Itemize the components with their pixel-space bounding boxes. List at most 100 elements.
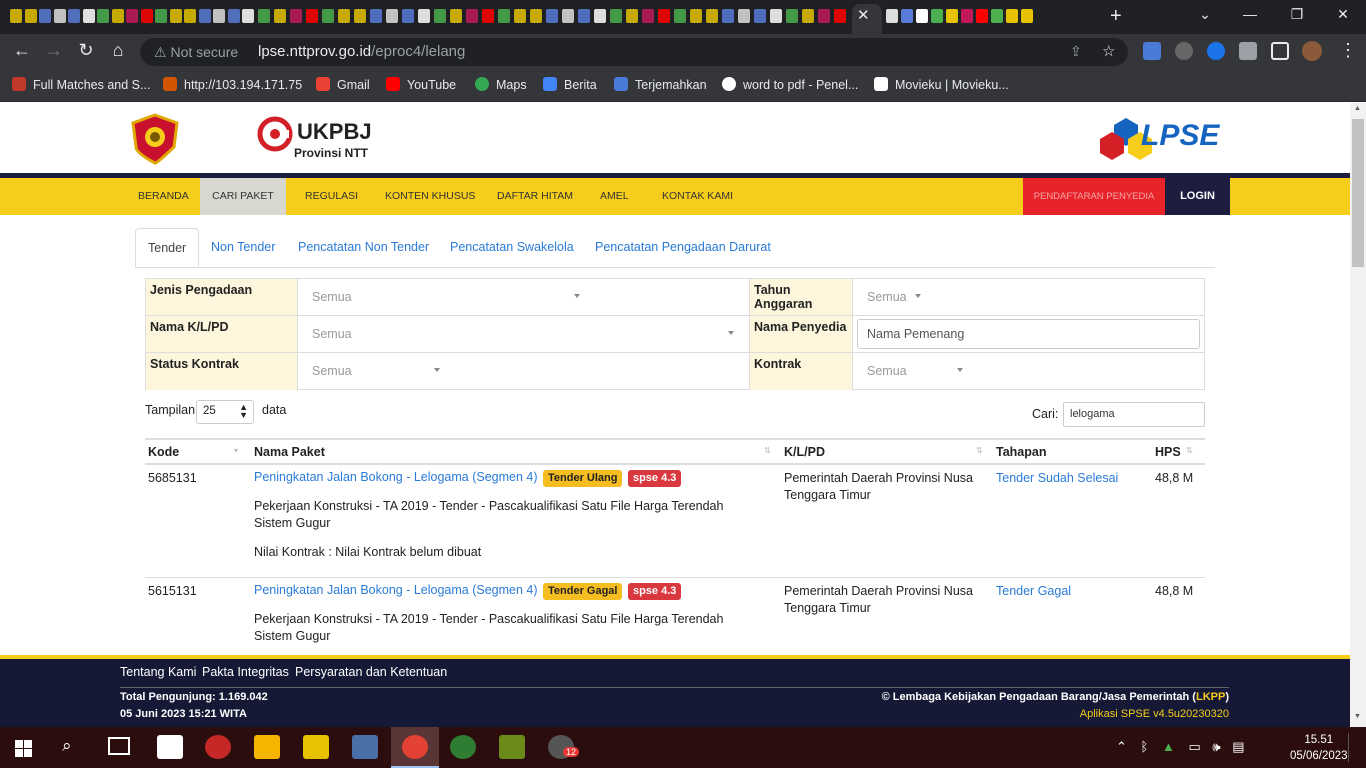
tab-favicon-icon[interactable] (546, 9, 558, 23)
media-app-icon[interactable] (352, 735, 378, 759)
tab-favicon-icon[interactable] (498, 9, 510, 23)
tab-favicon-icon[interactable] (722, 9, 734, 23)
col-kode[interactable]: Kode (148, 445, 179, 459)
windows-start-icon[interactable] (15, 740, 32, 757)
bookmark-ip[interactable]: http://103.194.171.75 (163, 77, 302, 92)
nav-beranda[interactable]: BERANDA (128, 178, 199, 215)
power-app-icon[interactable] (205, 735, 231, 759)
col-nama-paket[interactable]: Nama Paket (254, 445, 325, 459)
tahun-anggaran-select[interactable]: Semua (857, 283, 931, 313)
tab-favicon-icon[interactable] (562, 9, 574, 23)
not-secure-indicator[interactable]: ⚠ Not secure (154, 44, 238, 61)
footer-link-tentang[interactable]: Tentang Kami (120, 665, 196, 679)
tab-favicon-icon[interactable] (82, 9, 95, 23)
network-icon[interactable]: ▭ (1188, 739, 1200, 754)
search-input[interactable]: lelogama (1063, 402, 1205, 427)
paket-link[interactable]: Peningkatan Jalan Bokong - Lelogama (Seg… (254, 470, 538, 484)
bookmark-movieku[interactable]: Movieku | Movieku... (874, 77, 1009, 92)
forward-icon[interactable]: → (42, 40, 66, 61)
tab-favicon-icon[interactable] (10, 9, 22, 23)
sort-icon[interactable]: ⇅ (976, 446, 983, 455)
tab-favicon-icon[interactable] (322, 9, 334, 23)
tab-favicon-icon[interactable] (991, 9, 1003, 23)
tab-favicon-icon[interactable] (213, 9, 225, 23)
system-clock[interactable]: 15.51 05/06/2023 (1290, 732, 1348, 764)
extension-icon[interactable] (1175, 42, 1193, 60)
nav-konten-khusus[interactable]: KONTEN KHUSUS (375, 178, 485, 215)
footer-link-pakta[interactable]: Pakta Integritas (202, 665, 289, 679)
tab-favicon-icon[interactable] (97, 9, 109, 23)
tab-favicon-icon[interactable] (1006, 9, 1018, 23)
sync-icon[interactable]: ▲ (1162, 739, 1175, 754)
input-icon[interactable]: ▤ (1232, 739, 1244, 754)
window-close-icon[interactable]: ✕ (1328, 6, 1358, 23)
translate-extension-icon[interactable] (1143, 42, 1161, 60)
audio-extension-icon[interactable] (1207, 42, 1225, 60)
tab-pencatatan-darurat[interactable]: Pencatatan Pengadaan Darurat (583, 228, 783, 268)
tab-favicon-icon[interactable] (931, 9, 943, 23)
bookmark-maps[interactable]: Maps (475, 77, 527, 92)
tab-favicon-icon[interactable] (514, 9, 526, 23)
tab-favicon-icon[interactable] (111, 9, 124, 23)
extensions-puzzle-icon[interactable] (1239, 42, 1257, 60)
tab-favicon-icon[interactable] (354, 9, 366, 23)
task-view-icon[interactable] (108, 737, 130, 755)
page-length-select[interactable]: 25 ▲ ▼ (196, 400, 254, 424)
side-panel-icon[interactable] (1271, 42, 1289, 60)
tab-favicon-icon[interactable] (738, 9, 750, 23)
tab-favicon-icon[interactable] (402, 9, 414, 23)
profile-avatar[interactable] (1302, 41, 1322, 61)
row-tahapan-link[interactable]: Tender Gagal (996, 583, 1071, 600)
register-button[interactable]: PENDAFTARAN PENYEDIA (1023, 178, 1165, 215)
tab-favicon-icon[interactable] (338, 9, 350, 23)
col-klpd[interactable]: K/L/PD (784, 445, 825, 459)
tab-favicon-icon[interactable] (626, 9, 638, 23)
tab-favicon-icon[interactable] (126, 9, 138, 23)
tab-favicon-icon[interactable] (770, 9, 782, 23)
tab-favicon-icon[interactable] (482, 9, 494, 23)
tab-favicon-icon[interactable] (434, 9, 446, 23)
store-icon[interactable] (157, 735, 183, 759)
col-tahapan[interactable]: Tahapan (996, 445, 1046, 459)
globe-app-icon[interactable] (450, 735, 476, 759)
tab-favicon-icon[interactable] (976, 9, 988, 23)
tab-favicon-icon[interactable] (198, 9, 211, 23)
tab-favicon-icon[interactable] (290, 9, 302, 23)
bookmark-full-matches[interactable]: Full Matches and S... (12, 77, 150, 92)
jenis-pengadaan-select[interactable]: Semua (302, 283, 590, 313)
tab-favicon-icon[interactable] (706, 9, 718, 23)
tab-favicon-icon[interactable] (386, 9, 398, 23)
tab-pencatatan-non-tender[interactable]: Pencatatan Non Tender (286, 228, 441, 268)
nav-regulasi[interactable]: REGULASI (295, 178, 368, 215)
nav-daftar-hitam[interactable]: DAFTAR HITAM (487, 178, 583, 215)
tab-favicon-icon[interactable] (658, 9, 670, 23)
home-icon[interactable]: ⌂ (106, 40, 130, 61)
search-icon[interactable]: ⌕ (62, 736, 72, 756)
tab-favicon-icon[interactable] (258, 9, 270, 23)
back-icon[interactable]: ← (10, 40, 34, 61)
file-explorer-icon[interactable] (254, 735, 280, 759)
tab-favicon-icon[interactable] (184, 9, 196, 23)
tab-favicon-icon[interactable] (754, 9, 766, 23)
tab-favicon-icon[interactable] (818, 9, 830, 23)
tab-favicon-icon[interactable] (39, 9, 51, 23)
tab-favicon-icon[interactable] (274, 9, 286, 23)
tab-favicon-icon[interactable] (642, 9, 654, 23)
tab-search-icon[interactable]: ⌄ (1190, 6, 1220, 23)
bookmark-gmail[interactable]: Gmail (316, 77, 370, 92)
tab-favicon-icon[interactable] (370, 9, 382, 23)
scroll-down-icon[interactable]: ▼ (1354, 713, 1361, 720)
paket-link[interactable]: Peningkatan Jalan Bokong - Lelogama (Seg… (254, 583, 538, 597)
bookmark-youtube[interactable]: YouTube (386, 77, 456, 92)
sort-icon[interactable]: ⇅ (1186, 446, 1193, 455)
reload-icon[interactable]: ↻ (74, 40, 98, 61)
maximize-icon[interactable]: ❐ (1282, 6, 1312, 23)
tab-favicon-icon[interactable] (802, 9, 814, 23)
row-tahapan-link[interactable]: Tender Sudah Selesai (996, 470, 1118, 487)
nav-amel[interactable]: AMEL (590, 178, 639, 215)
tab-favicon-icon[interactable] (169, 9, 182, 23)
tab-favicon-icon[interactable] (946, 9, 958, 23)
tab-favicon-icon[interactable] (140, 9, 153, 23)
tab-favicon-icon[interactable] (242, 9, 254, 23)
close-tab-icon[interactable]: ✕ (857, 6, 870, 24)
